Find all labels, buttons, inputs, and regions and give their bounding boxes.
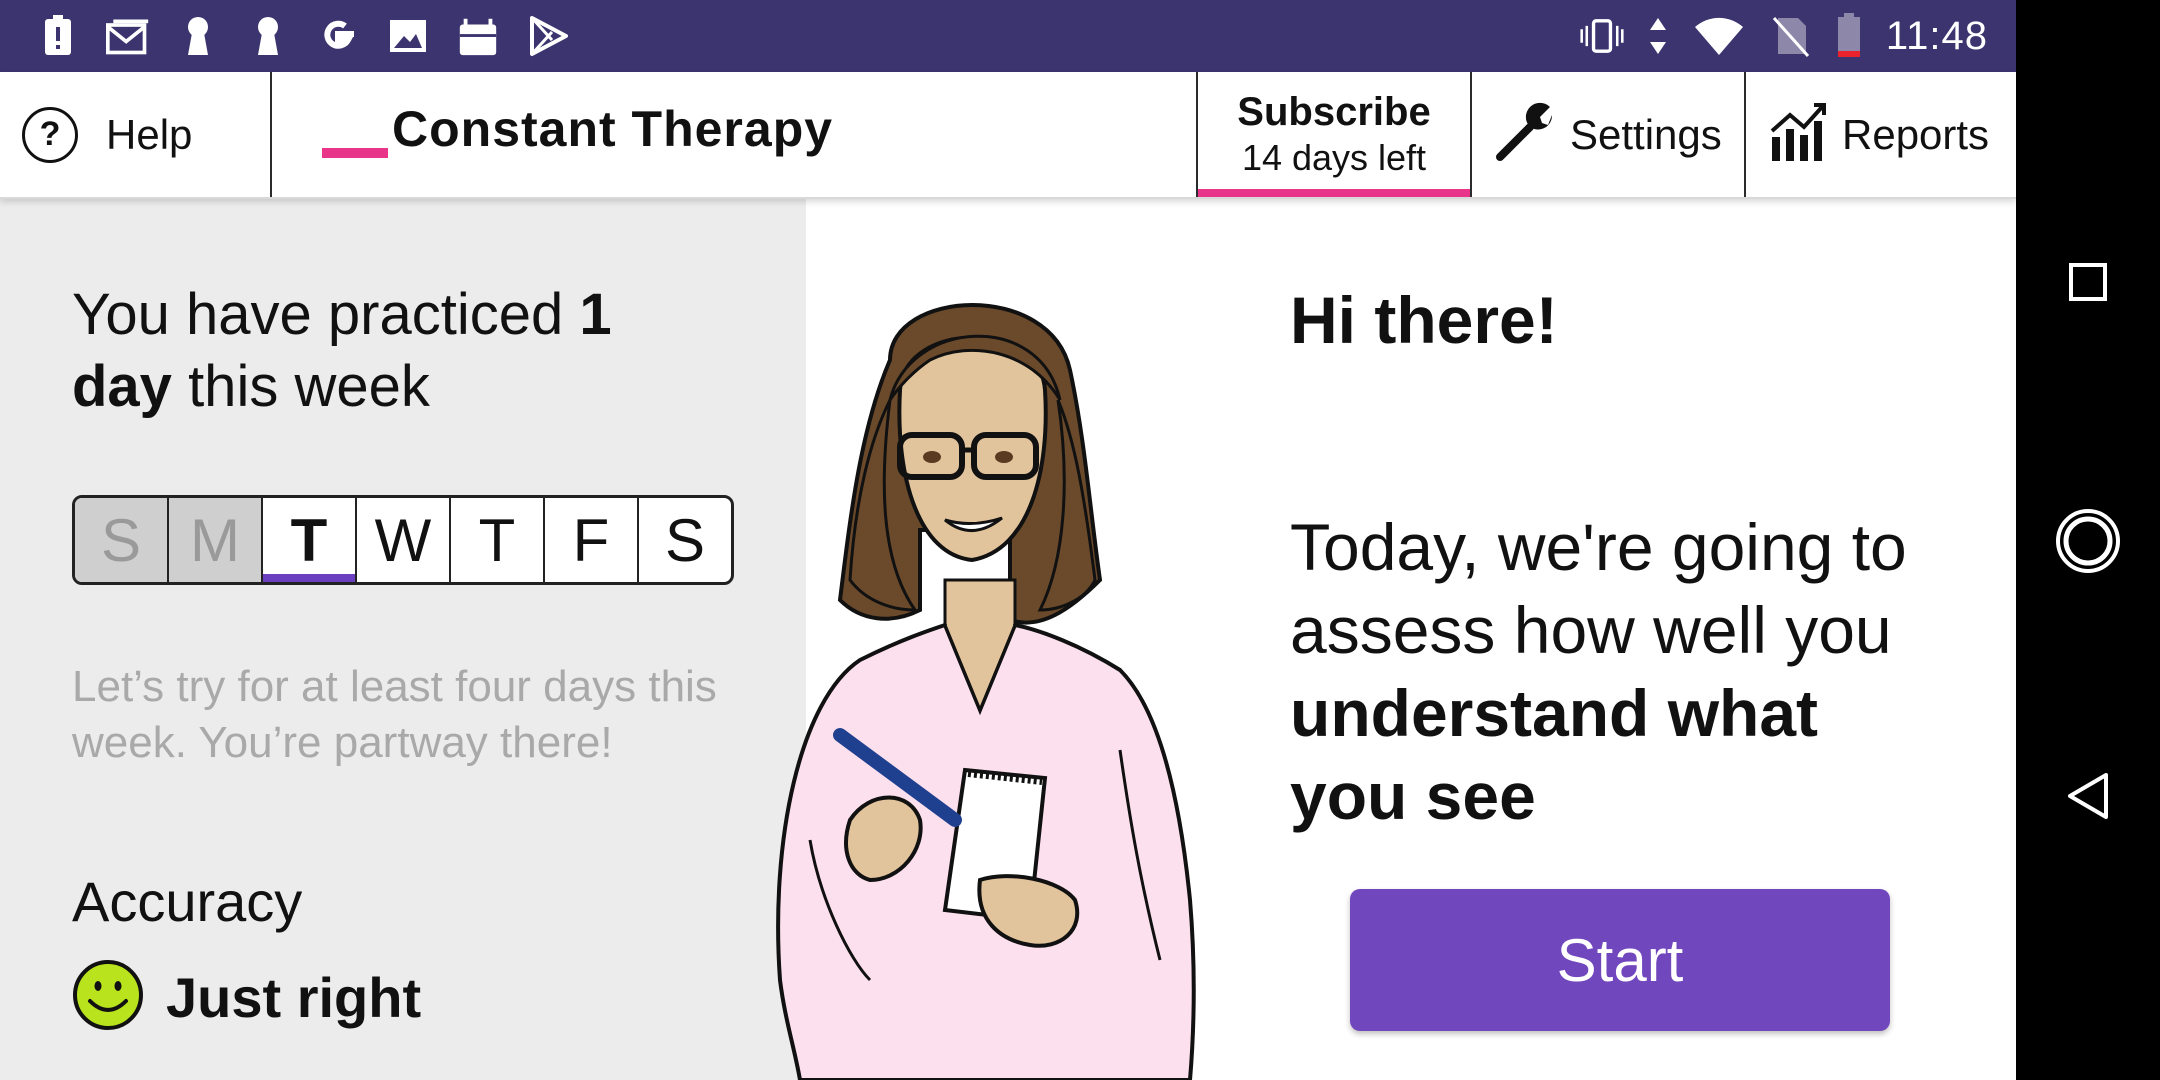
system-navigation-bar	[2016, 0, 2160, 1080]
subscribe-button[interactable]: Subscribe 14 days left	[1198, 72, 1470, 197]
play-store-icon	[526, 14, 570, 58]
android-icon	[456, 14, 500, 58]
day-label: M	[190, 506, 240, 574]
trial-days-left: 14 days left	[1241, 137, 1427, 178]
battery-low-icon	[1834, 13, 1864, 58]
message-text: Today, we're going to assess how well yo…	[1290, 510, 1907, 667]
triangle-back-icon	[2068, 773, 2108, 819]
wrench-icon	[1494, 101, 1556, 168]
help-icon: ?	[22, 106, 78, 163]
practice-summary: You have practiced 1 day this week	[72, 279, 712, 423]
therapist-illustration	[740, 280, 1280, 1080]
settings-button[interactable]: Settings	[1472, 72, 1744, 197]
notification-icons	[36, 14, 570, 58]
start-button[interactable]: Start	[1350, 889, 1890, 1031]
subscribe-active-indicator	[1198, 189, 1470, 197]
reports-button[interactable]: Reports	[1746, 72, 2016, 197]
day-saturday: S	[639, 498, 731, 582]
practice-prefix: You have practiced	[72, 282, 580, 347]
keyhole-icon	[246, 14, 290, 58]
recents-button[interactable]	[2058, 252, 2118, 312]
day-label: T	[290, 506, 328, 574]
help-label: Help	[106, 110, 193, 158]
square-icon	[2069, 263, 2107, 301]
settings-label: Settings	[1570, 110, 1722, 158]
accuracy-label: Accuracy	[72, 870, 303, 933]
day-monday: M	[169, 498, 263, 582]
alert-icon	[36, 14, 80, 58]
google-icon	[316, 14, 360, 58]
day-label: S	[100, 506, 142, 574]
day-thursday: T	[451, 498, 545, 582]
day-label: F	[572, 506, 610, 574]
app-screen: 11:48 ? Help Constant Therapy Subscribe …	[0, 0, 2016, 1080]
logo-mark	[322, 148, 388, 158]
greeting-heading: Hi there!	[1290, 283, 1558, 357]
message-emphasis: understand what you see	[1290, 676, 1819, 833]
practice-suffix: this week	[171, 354, 430, 419]
encouragement-text: Let’s try for at least four days this we…	[72, 662, 717, 767]
keyhole-icon	[176, 14, 220, 58]
accuracy-value: Just right	[166, 966, 422, 1029]
week-tracker: S M T W T F S	[72, 495, 734, 585]
day-sunday: S	[75, 498, 169, 582]
system-status-icons: 11:48	[1580, 10, 1988, 62]
home-button[interactable]	[2055, 508, 2121, 574]
clock: 11:48	[1885, 13, 1988, 58]
circle-icon	[2056, 509, 2120, 573]
day-label: T	[478, 506, 516, 574]
vibrate-icon	[1580, 14, 1624, 58]
weekly-progress-panel: You have practiced 1 day this week S M T…	[0, 199, 806, 1080]
brand: Constant Therapy	[272, 72, 1197, 197]
today-indicator	[263, 574, 355, 582]
back-button[interactable]	[2058, 766, 2118, 826]
image-icon	[386, 14, 430, 58]
status-bar: 11:48	[0, 0, 2016, 72]
gmail-icon	[106, 14, 150, 58]
day-friday: F	[545, 498, 639, 582]
day-label: S	[664, 506, 706, 574]
help-button[interactable]: ? Help	[0, 72, 270, 197]
no-sim-icon	[1768, 14, 1812, 58]
day-wednesday: W	[357, 498, 451, 582]
wifi-icon	[1692, 14, 1746, 58]
reports-label: Reports	[1842, 110, 1990, 158]
subscribe-label: Subscribe	[1237, 90, 1431, 134]
app-header: ? Help Constant Therapy Subscribe 14 day…	[0, 72, 2016, 199]
day-tuesday: T	[263, 498, 357, 582]
bar-chart-icon	[1768, 101, 1828, 168]
smiley-icon	[72, 959, 144, 1036]
data-arrows-icon	[1646, 14, 1670, 58]
accuracy-status: Just right	[72, 959, 421, 1036]
assessment-message: Today, we're going to assess how well yo…	[1290, 506, 1930, 838]
app-title: Constant Therapy	[392, 101, 834, 157]
day-label: W	[374, 506, 432, 574]
